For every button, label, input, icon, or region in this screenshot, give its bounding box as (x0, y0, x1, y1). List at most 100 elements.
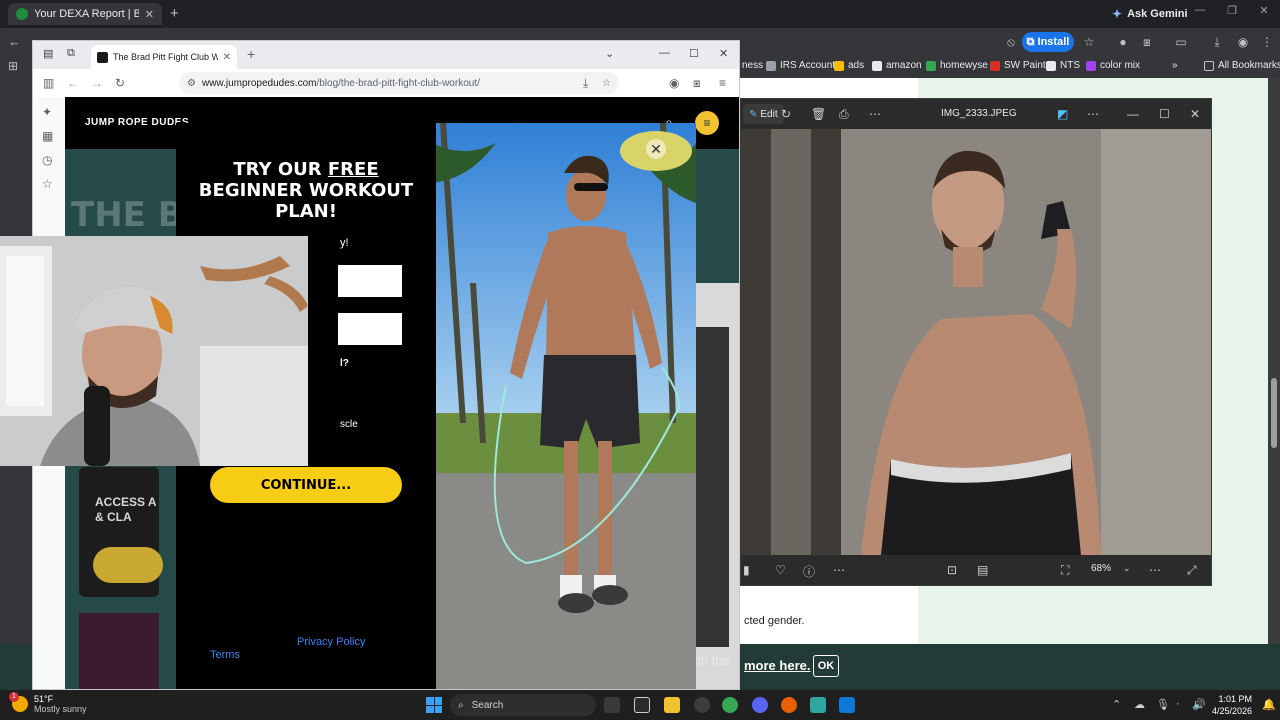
tab-list-chevron-down-icon[interactable]: ⌄ (605, 47, 614, 60)
minimize-icon[interactable]: — (1184, 4, 1216, 17)
bookmark-star-icon[interactable]: ☆ (602, 78, 611, 89)
edit-button[interactable]: ✎ Edit (743, 104, 784, 124)
favorite-heart-icon[interactable]: ♡ (775, 563, 786, 577)
close-tab-icon[interactable]: ✕ (223, 52, 231, 63)
close-tab-icon[interactable]: ✕ (145, 8, 154, 21)
scrollbar-thumb[interactable] (1271, 378, 1277, 448)
extension-icon[interactable]: ● (1116, 36, 1130, 48)
close-window-icon[interactable]: ✕ (1248, 4, 1280, 17)
info-icon[interactable]: ⓘ (803, 563, 815, 580)
minimize-icon[interactable]: — (659, 47, 670, 59)
app-badge-icon[interactable]: ◩ (1057, 107, 1068, 121)
ai-sparkle-icon[interactable]: ✦ (42, 105, 52, 119)
maximize-icon[interactable]: ❐ (1216, 4, 1248, 17)
bookmark-item[interactable]: ads (834, 60, 864, 71)
close-icon[interactable]: ✕ (646, 139, 666, 159)
task-view-icon[interactable] (604, 697, 620, 713)
install-button[interactable]: ⧉ Install (1022, 32, 1074, 52)
more-options-icon[interactable]: ⋯ (1087, 107, 1099, 121)
file-explorer-icon[interactable] (664, 697, 680, 713)
all-bookmarks-folder[interactable]: All Bookmarks (1204, 60, 1280, 71)
site-info-icon[interactable]: ⚙ (187, 78, 196, 89)
sidebar-toggle-icon[interactable]: ▤ (43, 47, 53, 60)
cookie-ok-button[interactable]: OK (813, 655, 839, 677)
terms-link[interactable]: Terms (210, 649, 240, 661)
tab-dexa-report[interactable]: Your DEXA Report | BodySpec ✕ (8, 3, 162, 25)
reload-icon[interactable]: ↻ (115, 76, 125, 90)
firefox-icon[interactable] (781, 697, 797, 713)
microphone-icon[interactable]: 🎙 (1156, 698, 1170, 711)
maximize-icon[interactable]: ☐ (689, 47, 699, 60)
split-view-icon[interactable]: ▥ (43, 76, 54, 90)
zoom-chevron-down-icon[interactable]: ⌄ (1123, 563, 1131, 574)
cloud-sync-icon[interactable]: ☁ (1134, 698, 1145, 711)
back-arrow-icon[interactable]: ← (8, 34, 21, 49)
bookmark-item[interactable]: color mix (1086, 60, 1140, 71)
weather-widget[interactable]: 1 51°F Mostly sunny (9, 692, 87, 714)
hamburger-menu-icon[interactable]: ≡ (695, 111, 719, 135)
page-scrollbar[interactable] (1268, 78, 1280, 644)
goal-option-muscle[interactable]: scle (340, 419, 358, 430)
app-icon[interactable] (810, 697, 826, 713)
promo-card-button[interactable] (93, 547, 163, 583)
profile-icon[interactable]: ◉ (669, 76, 679, 90)
reading-list-icon[interactable]: ▦ (42, 129, 53, 143)
notepad-icon[interactable] (634, 697, 650, 713)
photos-app-icon[interactable] (839, 697, 855, 713)
bookmark-item[interactable]: SW Paint (990, 60, 1046, 71)
new-tab-button[interactable]: + (170, 5, 179, 22)
continue-button[interactable]: CONTINUE... (210, 467, 402, 503)
more-options-icon[interactable]: ⋯ (1149, 563, 1161, 577)
maximize-icon[interactable]: ☐ (1159, 107, 1170, 121)
forward-arrow-icon[interactable]: → (91, 76, 103, 90)
bookmark-item[interactable]: NTS (1046, 60, 1080, 71)
site-logo[interactable]: JUMP ROPE DUDES (85, 117, 189, 128)
bookmark-item[interactable]: homewyse (926, 60, 988, 71)
visual-search-icon[interactable]: ⊡ (947, 563, 957, 577)
bookmark-item[interactable]: IRS Account (766, 60, 835, 71)
sidepanel-icon[interactable]: ▭ (1174, 36, 1188, 48)
bookmarks-star-icon[interactable]: ☆ (42, 177, 53, 191)
download-icon[interactable]: ⤓ (1210, 36, 1224, 48)
apps-grid-icon[interactable]: ⊞ (6, 60, 20, 72)
fit-screen-icon[interactable]: ⛶ (1061, 563, 1069, 578)
delete-icon[interactable]: 🗑 (811, 107, 826, 121)
back-arrow-icon[interactable]: ← (67, 76, 79, 90)
menu-kebab-icon[interactable]: ⋮ (1260, 36, 1274, 48)
fullscreen-icon[interactable]: ⤢ (1187, 563, 1197, 578)
more-bookmarks-chevron-icon[interactable]: » (1172, 60, 1178, 71)
volume-icon[interactable]: 🔊 (1192, 698, 1206, 711)
tab-brad-pitt-workout[interactable]: The Brad Pitt Fight Club Worko ✕ (91, 45, 237, 69)
privacy-policy-link[interactable]: Privacy Policy (297, 636, 365, 648)
more-options-icon[interactable]: ⋯ (869, 107, 881, 121)
zoom-level[interactable]: 68% (1091, 563, 1111, 574)
tab-search-icon[interactable]: ⧉ (67, 47, 75, 60)
close-window-icon[interactable]: ✕ (1190, 107, 1200, 121)
github-icon[interactable] (694, 697, 710, 713)
email-field[interactable] (338, 313, 402, 345)
name-field[interactable] (338, 265, 402, 297)
install-app-icon[interactable]: ⤓ (583, 76, 588, 91)
new-tab-button[interactable]: + (247, 46, 255, 62)
rotate-icon[interactable]: ↻ (781, 107, 791, 121)
windows-start-icon[interactable] (426, 697, 442, 713)
text-scan-icon[interactable]: ▤ (977, 563, 988, 577)
extensions-icon[interactable]: ⧆ (693, 76, 701, 91)
bookmark-item[interactable]: amazon (872, 60, 922, 71)
puzzle-icon[interactable]: ⧆ (1140, 36, 1154, 48)
menu-icon[interactable]: ≡ (719, 76, 726, 90)
more-options-icon[interactable]: ⋯ (833, 563, 845, 577)
bookmark-item[interactable]: ness (742, 60, 763, 71)
network-icon[interactable]: · (1176, 698, 1180, 710)
bookmark-star-icon[interactable]: ☆ (1082, 36, 1096, 48)
tray-chevron-up-icon[interactable]: ⌃ (1112, 698, 1121, 711)
notifications-bell-icon[interactable]: 🔔 (1262, 698, 1276, 711)
chrome-icon[interactable] (722, 697, 738, 713)
popup-close-button[interactable]: ✕ (620, 131, 692, 171)
filmstrip-icon[interactable]: ▮ (743, 563, 750, 577)
system-clock[interactable]: 1:01 PM 4/25/2026 (1212, 693, 1252, 717)
minimize-icon[interactable]: — (1127, 107, 1139, 121)
history-icon[interactable]: ◷ (42, 153, 52, 167)
address-bar[interactable]: ⚙ www.jumpropedudes.com/blog/the-brad-pi… (179, 72, 619, 94)
close-window-icon[interactable]: ✕ (719, 47, 728, 60)
